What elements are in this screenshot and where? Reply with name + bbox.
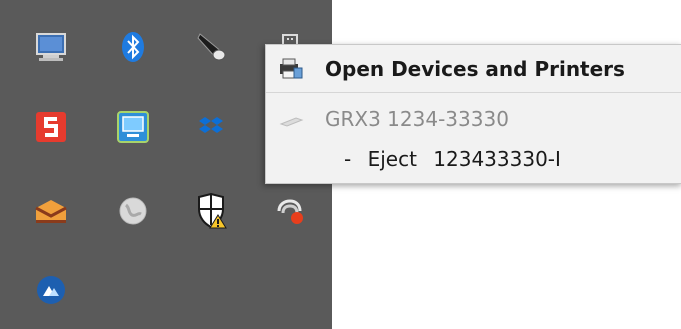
display-settings-icon[interactable] — [113, 107, 153, 147]
sync-error-icon[interactable] — [270, 191, 310, 231]
bluetooth-icon[interactable] — [113, 27, 153, 67]
computer-icon[interactable] — [31, 27, 71, 67]
dropbox-icon[interactable] — [191, 107, 231, 147]
device-label: GRX3 1234-33330 — [325, 107, 509, 131]
eject-label: - Eject 123433330-I — [344, 147, 561, 171]
speaker-icon[interactable] — [191, 27, 231, 67]
menu-item-open-devices-and-printers[interactable]: Open Devices and Printers — [266, 45, 681, 93]
usb-drive-icon — [278, 110, 304, 132]
security-warning-icon[interactable] — [191, 191, 231, 231]
inbox-app-icon[interactable] — [31, 191, 71, 231]
menu-item-eject-device[interactable]: - Eject 123433330-I — [266, 141, 681, 177]
menu-item-device: GRX3 1234-33330 — [266, 101, 681, 137]
open-devices-label: Open Devices and Printers — [325, 57, 625, 81]
menu-divider — [266, 92, 681, 93]
devices-context-menu: Open Devices and Printers GRX3 1234-3333… — [265, 44, 681, 184]
slides-app-icon[interactable] — [31, 107, 71, 147]
printer-icon — [278, 58, 304, 80]
cloud-sync-icon[interactable] — [31, 270, 71, 310]
globe-icon[interactable] — [113, 191, 153, 231]
